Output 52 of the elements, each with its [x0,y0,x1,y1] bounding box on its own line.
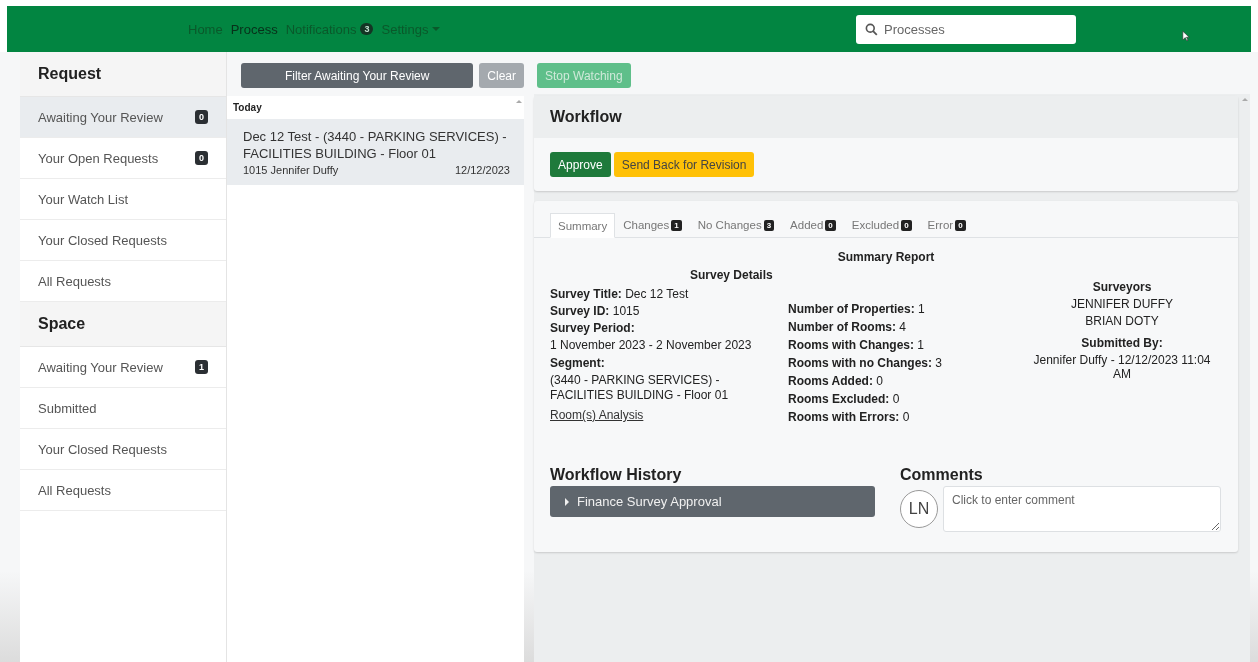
section-title: Workflow History [550,466,683,484]
tab[interactable]: Summary [550,213,616,238]
field-text: Rooms with no Changes: 3 [788,356,943,370]
field-text: Rooms with Errors: 0 [788,410,911,424]
comment-field[interactable]: Click to enter comment [943,486,1221,532]
section-heading: Request [20,52,226,97]
list-item[interactable]: Dec 12 Test - (3440 - PARKING SERVICES) - FACILITIES BUILDING - Floor 01 1015 Jennifer Duffy 12/12/2023 [227,119,524,185]
tab[interactable]: Error 0 [919,213,974,237]
field-value: (3440 - PARKING SERVICES) - FACILITIES BUILDING - Floor 01 [550,373,730,403]
field-text: Rooms Excluded: 0 [788,392,901,406]
analysis-link[interactable]: Room(s) Analysis [550,408,778,422]
section-heading: Space [20,302,226,347]
history-item[interactable]: Finance Survey Approval [550,486,875,517]
group-heading: Today [232,101,263,115]
tab[interactable]: Added 0 [782,213,844,237]
tab[interactable]: No Changes 3 [689,213,783,237]
section-title: Survey Details [690,268,774,282]
tab[interactable]: Excluded 0 [843,213,920,237]
surveyor-name: BRIAN DOTY [1084,314,1160,328]
field-text: Survey ID: 1015 [550,304,641,318]
item-date: 12/12/2023 [454,164,510,176]
filter-button[interactable]: Filter Awaiting Your Review [241,63,474,88]
avatar: LN [900,490,938,528]
field-text: Rooms with Changes: 1 [788,338,926,352]
field-text: Survey Title: Dec 12 Test [550,287,690,301]
field-text: Number of Rooms: 4 [788,320,908,334]
field-label: Segment: [550,356,606,370]
field-text: Rooms Added: 0 [788,374,884,388]
tab[interactable]: Changes 1 [615,213,690,237]
surveyor-name: JENNIFER DUFFY [1070,297,1174,311]
caret-icon [565,497,569,506]
count-badge: 1 [195,360,208,374]
item-title: Dec 12 Test - (3440 - PARKING SERVICES) - FACILITIES BUILDING - Floor 01 [243,128,508,162]
sidebar-item[interactable]: Awaiting Your Review 0 [20,97,226,138]
count-badge: 0 [195,110,208,124]
field-text: Number of Properties: 1 [788,302,926,316]
submitted-text: Jennifer Duffy - 12/12/2023 11:04 AM [1032,353,1212,381]
card-title: Workflow [534,96,1238,138]
section-title: Submitted By: [1080,336,1164,350]
approve-button[interactable]: Approve [550,152,611,177]
field-value: 1 November 2023 - 2 November 2023 [550,338,753,353]
cursor-icon [1182,30,1190,42]
send-back-button[interactable]: Send Back for Revision [613,152,755,177]
scroll-arrow-icon [1242,98,1248,101]
report-title: Summary Report [836,250,936,264]
section-title: Surveyors [1091,280,1153,294]
search-field[interactable]: Processes [856,14,1076,44]
count-badge: 0 [195,151,208,165]
item-meta: 1015 Jennifer Duffy [243,164,339,176]
section-title: Comments [900,466,984,484]
scroll-arrow-icon [516,100,522,103]
field-label: Survey Period: [550,321,636,335]
